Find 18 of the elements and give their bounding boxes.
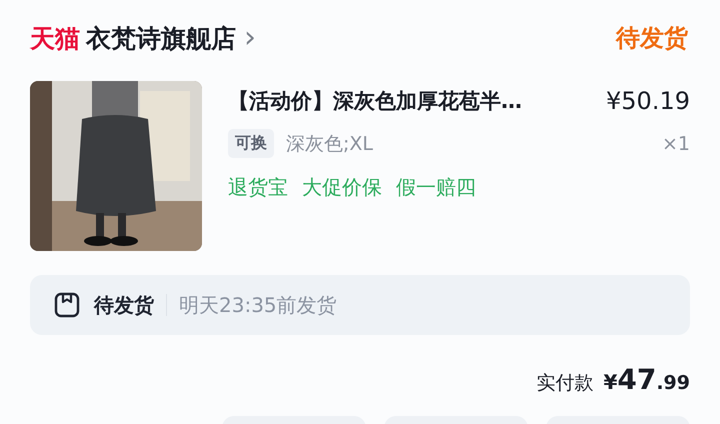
service-label: 大促价保 bbox=[302, 174, 382, 201]
package-icon bbox=[54, 292, 80, 318]
exchange-tag: 可换 bbox=[228, 129, 274, 158]
shipping-note: 明天23:35前发货 bbox=[179, 292, 337, 318]
product-title[interactable]: 【活动价】深灰色加厚花苞半… bbox=[228, 87, 522, 115]
order-status: 待发货 bbox=[616, 23, 688, 54]
total-price: ¥47.99 bbox=[603, 363, 690, 396]
shipping-card[interactable]: 待发货 明天23:35前发货 bbox=[30, 275, 690, 335]
store-name[interactable]: 衣梵诗旗舰店 bbox=[86, 22, 236, 54]
chevron-icon[interactable]: › bbox=[244, 23, 256, 53]
service-label: 退货宝 bbox=[228, 174, 288, 201]
quantity: ×1 bbox=[662, 132, 690, 154]
product-variant: 深灰色;XL bbox=[286, 132, 374, 156]
platform-logo: 天猫 bbox=[30, 22, 80, 54]
shipping-status: 待发货 bbox=[94, 292, 154, 318]
total-label: 实付款 bbox=[536, 371, 594, 396]
service-label: 假一赔四 bbox=[396, 174, 476, 201]
product-price: ¥50.19 bbox=[606, 87, 690, 115]
